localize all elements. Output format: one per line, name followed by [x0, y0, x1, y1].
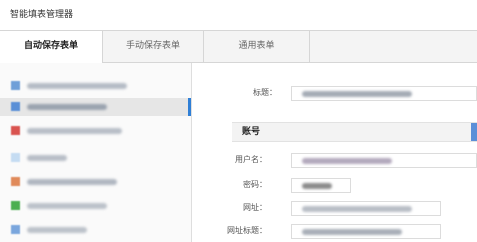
sidebar-item-label-blurred: [27, 203, 107, 209]
sidebar-item-label-blurred: [27, 155, 67, 161]
url-value-blurred: [302, 206, 412, 212]
title-field[interactable]: [291, 86, 477, 101]
site-favicon-green-icon: [11, 201, 20, 210]
sidebar-item-label-blurred: [27, 179, 117, 185]
title-label: 标题：: [253, 88, 277, 97]
username-label: 用户名：: [235, 155, 267, 164]
site-favicon-blue-icon: [11, 81, 20, 90]
site-favicon-blue-icon: [11, 225, 20, 234]
site-favicon-orange-icon: [11, 177, 20, 186]
password-value-masked: [302, 183, 332, 189]
sidebar-item[interactable]: [0, 197, 191, 215]
sidebar-item[interactable]: [0, 173, 191, 191]
form-detail-panel: 标题： 账号 用户名： 密码： 网址： 网址标题：: [192, 63, 477, 242]
sidebar-item-label-blurred: [27, 128, 122, 134]
password-field[interactable]: [291, 178, 351, 193]
username-field[interactable]: [291, 153, 477, 168]
app-title: 智能填表管理器: [0, 0, 477, 30]
url-label: 网址：: [243, 203, 267, 212]
page-title-value-blurred: [302, 229, 402, 235]
username-value-blurred: [302, 158, 392, 164]
page-title-label: 网址标题：: [227, 226, 267, 235]
tab-manual-saved-forms[interactable]: 手动保存表单: [103, 31, 204, 63]
sidebar-item[interactable]: [0, 77, 191, 95]
section-accent: [471, 123, 477, 141]
selection-indicator: [188, 98, 191, 116]
site-favicon-lightblue-icon: [11, 153, 20, 162]
tab-bar: 自动保存表单 手动保存表单 通用表单: [0, 30, 477, 63]
sidebar-item[interactable]: [0, 149, 191, 167]
saved-forms-sidebar: [0, 63, 192, 242]
sidebar-item[interactable]: [0, 98, 191, 116]
sidebar-item-label-blurred: [27, 83, 127, 89]
account-section-header: 账号: [232, 122, 477, 142]
page-title-field[interactable]: [291, 224, 441, 239]
tab-auto-saved-forms[interactable]: 自动保存表单: [0, 31, 103, 63]
sidebar-item[interactable]: [0, 221, 191, 239]
sidebar-item-label-blurred: [27, 227, 87, 233]
url-field[interactable]: [291, 201, 441, 216]
password-label: 密码：: [243, 180, 267, 189]
account-section-label: 账号: [242, 127, 261, 137]
sidebar-item-label-blurred: [27, 104, 107, 110]
title-value-blurred: [302, 91, 412, 97]
site-favicon-red-icon: [11, 126, 20, 135]
sidebar-item[interactable]: [0, 122, 191, 140]
site-favicon-blue-icon: [11, 102, 20, 111]
tab-common-forms[interactable]: 通用表单: [204, 31, 310, 63]
